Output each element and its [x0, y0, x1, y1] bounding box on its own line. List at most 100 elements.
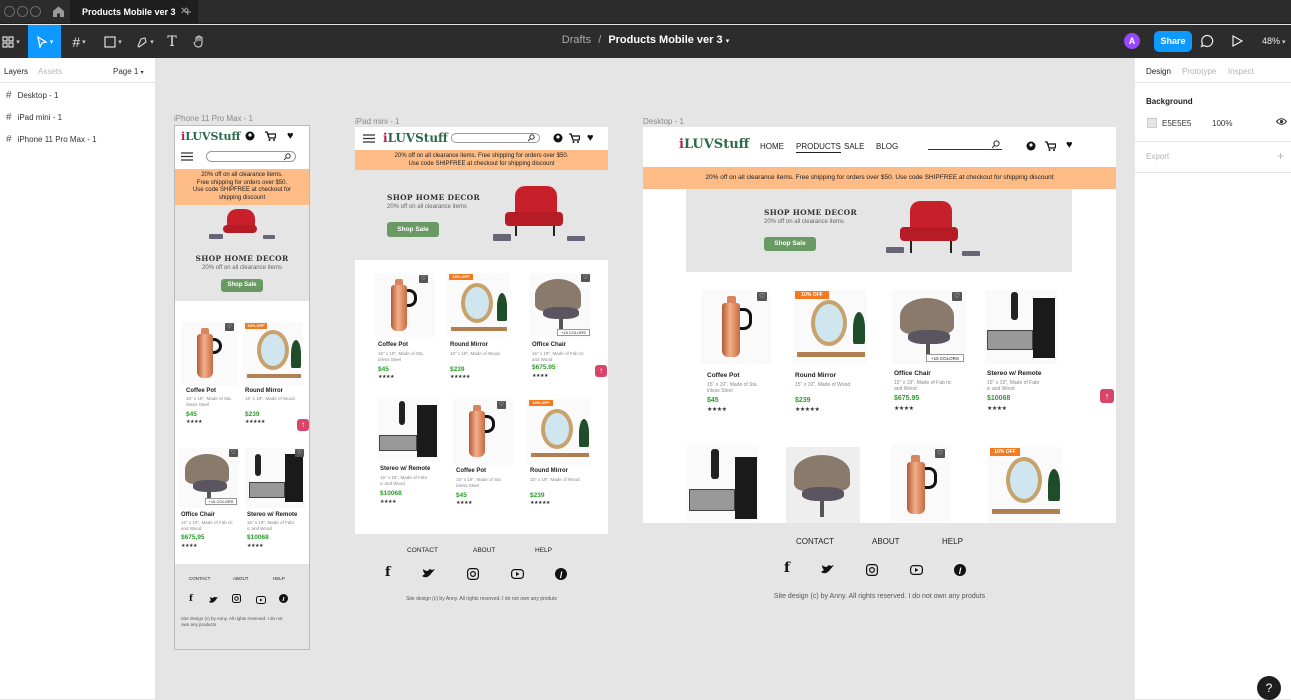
product-card[interactable]: 10% OFF Round Mirror 15" x 19", Made of … [793, 290, 873, 420]
present-play-icon[interactable] [1231, 34, 1244, 50]
zoom-level[interactable]: 48% ▾ [1262, 36, 1286, 46]
product-card[interactable]: 10% OFF Round Mirror 15" x 19", Made of … [243, 322, 305, 442]
nav-home[interactable]: HOME [760, 142, 784, 151]
product-card[interactable]: ♡ Stereo w/ Remote 15" x 19", Made of Fa… [245, 448, 307, 558]
help-button[interactable]: ? [1257, 676, 1281, 700]
wishlist-heart-icon[interactable]: ♡ [295, 449, 304, 457]
facebook-icon[interactable]: f [385, 565, 391, 580]
wishlist-heart-icon[interactable]: ♡ [497, 401, 506, 409]
tab-prototype[interactable]: Prototype [1182, 67, 1216, 76]
account-icon[interactable] [245, 131, 255, 144]
shop-sale-button[interactable]: Shop Sale [221, 279, 263, 292]
minimize-window-dot[interactable] [17, 6, 28, 17]
footer-contact-link[interactable]: CONTACT [189, 576, 210, 581]
nav-blog[interactable]: BLOG [876, 142, 898, 151]
instagram-icon[interactable] [232, 594, 241, 606]
layer-iphone[interactable]: # iPhone 11 Pro Max - 1 [6, 134, 97, 145]
search-input[interactable] [206, 151, 296, 162]
site-logo[interactable]: iLUVStuff [383, 131, 448, 145]
site-logo[interactable]: iLUVStuff [181, 130, 241, 143]
hand-tool-button[interactable] [190, 25, 208, 58]
scroll-up-icon[interactable]: ↑ [1100, 389, 1114, 403]
frame-tool-button[interactable]: # ▾ [66, 25, 92, 58]
text-tool-button[interactable]: T [164, 25, 180, 58]
search-input[interactable] [451, 133, 540, 143]
heart-icon[interactable]: ♥ [1066, 139, 1073, 151]
comment-icon[interactable] [1200, 34, 1214, 51]
search-input[interactable] [928, 139, 1002, 150]
product-card[interactable]: 10% OFF [988, 447, 1062, 525]
frame-label-ipad[interactable]: iPad mini - 1 [355, 117, 399, 126]
twitter-icon[interactable] [422, 568, 435, 582]
cart-icon[interactable] [569, 133, 581, 146]
breadcrumb-drafts[interactable]: Drafts [562, 34, 591, 46]
product-card[interactable]: 10% OFF Round Mirror 15" x 19", Made of … [447, 273, 513, 383]
share-button[interactable]: Share [1154, 31, 1192, 52]
footer-help-link[interactable]: HELP [942, 537, 963, 546]
file-tab[interactable]: Products Mobile ver 3 [70, 0, 198, 24]
shop-sale-button[interactable]: Shop Sale [387, 222, 439, 237]
footer-contact-link[interactable]: CONTACT [796, 537, 834, 546]
move-tool-button[interactable]: ▾ [28, 25, 61, 58]
frame-label-desktop[interactable]: Desktop - 1 [643, 117, 684, 126]
product-card[interactable]: ♡ Coffee Pot 15" x 19", Made of Sta inles… [701, 290, 781, 420]
layer-ipad[interactable]: # iPad mini - 1 [6, 112, 62, 123]
product-card[interactable]: ♡ [891, 445, 965, 523]
tab-inspect[interactable]: Inspect [1228, 67, 1254, 76]
twitter-icon[interactable] [209, 595, 218, 607]
background-swatch[interactable] [1147, 118, 1157, 128]
facebook-icon[interactable]: f [189, 594, 193, 604]
cart-icon[interactable] [265, 131, 277, 144]
add-export-icon[interactable]: + [1277, 149, 1284, 163]
wishlist-heart-icon[interactable]: ♡ [225, 323, 234, 331]
eye-icon[interactable] [1275, 117, 1288, 129]
ipad-frame[interactable]: iLUVStuff ♥ 20% off on all clearance ite… [355, 127, 608, 610]
pen-tool-button[interactable]: ▾ [132, 25, 158, 58]
site-logo[interactable]: iLUVStuff [679, 137, 749, 152]
close-window-dot[interactable] [4, 6, 15, 17]
maximize-window-dot[interactable] [30, 6, 41, 17]
shape-tool-button[interactable]: ▾ [100, 25, 126, 58]
facebook-icon[interactable]: f [784, 560, 790, 576]
footer-about-link[interactable]: ABOUT [872, 537, 900, 546]
product-card[interactable]: ♡ Coffee Pot 15" x 19", Made of Sta inles… [453, 399, 519, 509]
home-icon[interactable] [52, 5, 65, 21]
wishlist-heart-icon[interactable]: ♡ [935, 449, 945, 458]
wishlist-heart-icon[interactable]: ♡ [419, 275, 428, 283]
desktop-frame[interactable]: iLUVStuff HOME PRODUCTS SALE BLOG ♥ 20% … [643, 127, 1116, 610]
product-card[interactable]: ♡ Coffee Pot 15" x 19", Made of Sta inles… [375, 273, 441, 383]
avatar[interactable]: A [1124, 33, 1140, 49]
hamburger-menu-icon[interactable] [363, 134, 375, 146]
twitter-icon[interactable] [821, 564, 834, 578]
product-card[interactable]: ♡ +15 COLORS Office Chair 15" x 19", Mad… [892, 290, 972, 420]
instagram-icon[interactable] [866, 564, 879, 579]
youtube-icon[interactable] [910, 565, 924, 578]
background-hex[interactable]: E5E5E5 [1162, 119, 1191, 128]
product-card[interactable] [786, 447, 860, 525]
footer-help-link[interactable]: HELP [535, 547, 552, 554]
youtube-icon[interactable] [511, 569, 525, 582]
cart-icon[interactable] [1045, 141, 1057, 154]
nav-sale[interactable]: SALE [844, 142, 864, 151]
footer-about-link[interactable]: ABOUT [233, 576, 249, 581]
account-icon[interactable] [553, 133, 563, 146]
heart-icon[interactable]: ♥ [287, 130, 294, 142]
background-opacity[interactable]: 100% [1212, 119, 1232, 128]
iphone-frame[interactable]: iLUVStuff ♥ 20% off on all clearance ite… [174, 125, 310, 650]
wishlist-heart-icon[interactable]: ♡ [581, 274, 590, 282]
product-card[interactable]: ♡ +15 COLORS Office Chair 15" x 19", Mad… [179, 448, 241, 558]
instagram-icon[interactable] [467, 568, 480, 583]
tab-assets[interactable]: Assets [38, 67, 62, 76]
pinterest-icon[interactable] [279, 594, 288, 606]
nav-products[interactable]: PRODUCTS [796, 142, 841, 153]
product-card[interactable]: Stereo w/ Remote 15" x 19", Made of Fabr… [985, 290, 1065, 420]
wishlist-heart-icon[interactable]: ♡ [952, 292, 962, 301]
pinterest-icon[interactable] [555, 568, 567, 583]
product-card[interactable]: ♡ +15 COLORS Office Chair 15" x 19", Mad… [529, 273, 595, 383]
pinterest-icon[interactable] [954, 564, 966, 579]
tab-design[interactable]: Design [1146, 67, 1171, 76]
footer-help-link[interactable]: HELP [273, 576, 285, 581]
product-card[interactable]: 10% OFF Round Mirror 15" x 19", Made of … [527, 399, 593, 509]
scroll-up-icon[interactable]: ↑ [297, 419, 309, 431]
wishlist-heart-icon[interactable]: ♡ [229, 449, 238, 457]
